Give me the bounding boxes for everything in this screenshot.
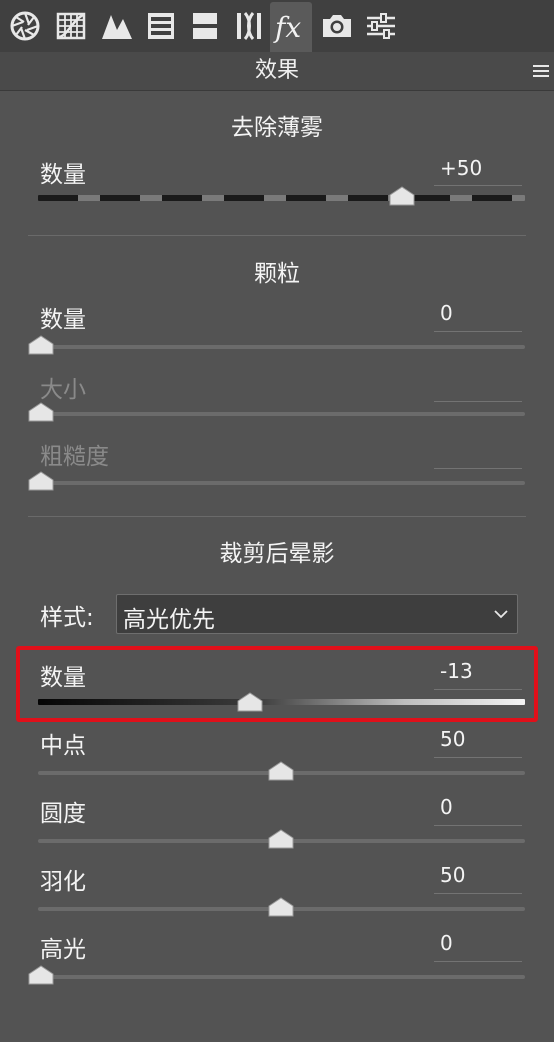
- grain-section-title: 颗粒: [254, 261, 300, 287]
- vignette-roundness-value[interactable]: 0: [440, 795, 520, 819]
- vignette-midpoint-value[interactable]: 50: [440, 727, 520, 751]
- vignette-highlights-value[interactable]: 0: [440, 931, 520, 955]
- vignette-style-label: 样式:: [40, 605, 94, 631]
- grain-size-label: 大小: [40, 377, 86, 403]
- vignette-midpoint-slider-thumb[interactable]: [268, 761, 294, 781]
- dehaze-amount-value[interactable]: +50: [440, 156, 520, 180]
- detail-tool-button[interactable]: [96, 4, 138, 48]
- panel-header: 效果: [0, 52, 554, 91]
- vignette-feather-value-underline: [434, 893, 522, 894]
- grain-roughness-track: [38, 481, 525, 485]
- grain-amount-value[interactable]: 0: [440, 301, 520, 325]
- section-divider: [28, 235, 526, 236]
- grain-size-value-underline: [434, 401, 522, 402]
- hsl-bars-icon: [148, 13, 174, 39]
- section-divider: [28, 516, 526, 517]
- vignette-highlights-slider-thumb[interactable]: [28, 965, 54, 985]
- camera-calibration-tool-button[interactable]: [316, 4, 358, 48]
- dehaze-amount-track[interactable]: [38, 195, 525, 201]
- grain-amount-slider-thumb[interactable]: [28, 335, 54, 355]
- vignette-feather-value[interactable]: 50: [440, 863, 520, 887]
- dehaze-section-title: 去除薄雾: [231, 115, 323, 141]
- dehaze-amount-label: 数量: [40, 162, 86, 188]
- effects-tool-button[interactable]: fx: [270, 2, 312, 52]
- mountains-icon: [102, 15, 132, 39]
- vignette-roundness-label: 圆度: [40, 801, 86, 827]
- grid-icon: [56, 12, 86, 40]
- dehaze-amount-slider-thumb[interactable]: [389, 186, 415, 206]
- vignette-style-dropdown[interactable]: 高光优先: [116, 594, 518, 634]
- lens-tool-button[interactable]: [228, 4, 270, 48]
- vignette-midpoint-value-underline: [434, 757, 522, 758]
- vignette-style-selected: 高光优先: [123, 607, 215, 633]
- vignette-roundness-value-underline: [434, 825, 522, 826]
- lens-icon: [237, 12, 261, 40]
- camera-icon: [323, 15, 351, 37]
- panel-title: 效果: [254, 58, 299, 83]
- aperture-icon: [10, 11, 40, 41]
- grain-size-slider-thumb: [28, 402, 54, 422]
- tool-strip: fx: [0, 0, 554, 53]
- vignette-section-title: 裁剪后晕影: [219, 541, 335, 567]
- vignette-highlights-label: 高光: [40, 937, 86, 963]
- vignette-highlights-track[interactable]: [38, 975, 525, 979]
- grain-size-track: [38, 412, 525, 416]
- sliders-icon: [367, 13, 395, 39]
- grain-roughness-value-underline: [434, 468, 522, 469]
- vignette-roundness-slider-thumb[interactable]: [268, 829, 294, 849]
- grain-amount-value-underline: [434, 331, 522, 332]
- vignette-highlights-value-underline: [434, 961, 522, 962]
- vignette-feather-label: 羽化: [40, 869, 86, 895]
- vignette-feather-slider-thumb[interactable]: [268, 897, 294, 917]
- vignette-midpoint-label: 中点: [40, 733, 86, 759]
- presets-tool-button[interactable]: [360, 4, 402, 48]
- tone-curve-tool-button[interactable]: [50, 4, 92, 48]
- fx-icon: fx: [273, 11, 301, 44]
- grain-roughness-slider-thumb: [28, 471, 54, 491]
- chevron-down-icon: [494, 610, 508, 619]
- grain-amount-label: 数量: [40, 307, 86, 333]
- grain-amount-track[interactable]: [38, 345, 525, 349]
- highlight-box: [16, 646, 538, 722]
- basic-tool-button[interactable]: [4, 4, 46, 48]
- dehaze-amount-value-underline: [434, 185, 522, 186]
- split-toning-tool-button[interactable]: [184, 4, 226, 48]
- grain-roughness-label: 粗糙度: [40, 444, 109, 470]
- split-toning-icon: [193, 13, 217, 39]
- hsl-tool-button[interactable]: [140, 4, 182, 48]
- svg-text:fx: fx: [273, 11, 301, 44]
- menu-icon[interactable]: [532, 63, 550, 79]
